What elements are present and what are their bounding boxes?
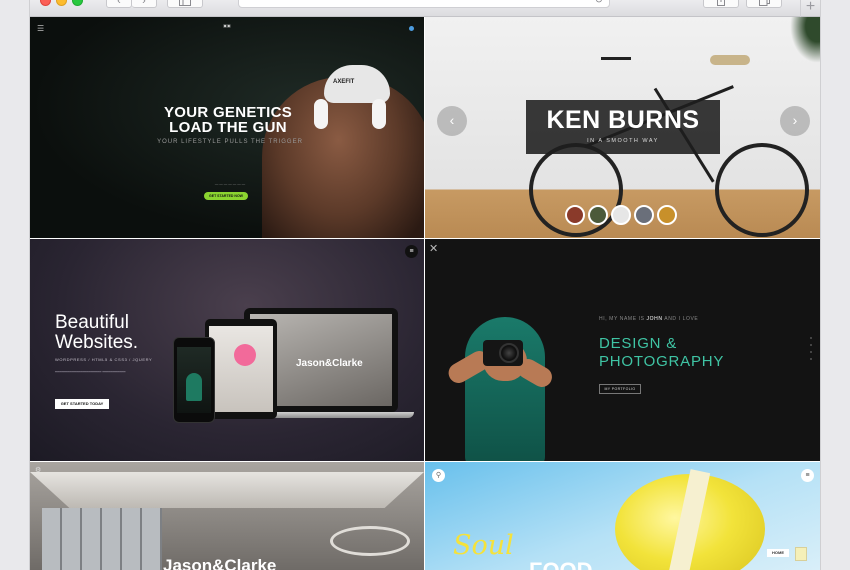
- fitness-subline: YOUR LIFESTYLE PULLS THE TRIGGER: [157, 139, 303, 145]
- tech-stack-text: WORDPRESS / HTML5 & CSS3 / JQUERY: [55, 357, 153, 362]
- close-window-button[interactable]: [40, 0, 51, 6]
- interior-title: Jason&Clarke: [163, 556, 277, 570]
- bicycle-rear-wheel: [715, 143, 809, 237]
- home-button[interactable]: HOME: [767, 549, 789, 557]
- laptop-brand: Jason&Clarke: [296, 358, 363, 369]
- intro-suffix: AND I LOVE: [664, 316, 699, 322]
- headline-line-1: YOUR GENETICS: [163, 104, 293, 121]
- menu-icon[interactable]: ☰: [37, 24, 45, 33]
- ceiling-graphic: [30, 472, 424, 508]
- get-started-today-button[interactable]: GET STARTED TODAY: [55, 399, 109, 409]
- window-graphic: [42, 508, 162, 570]
- hamburger-menu-icon[interactable]: ≡: [405, 245, 418, 258]
- fitness-small-text: — — — — — — —: [214, 182, 246, 186]
- photography-line-1: DESIGN &: [599, 335, 678, 352]
- slider-next-button[interactable]: ›: [780, 106, 810, 136]
- soul-title: Soul: [453, 530, 514, 561]
- mini-thumbnail[interactable]: [795, 547, 807, 561]
- back-button[interactable]: ‹: [106, 0, 132, 8]
- tablet-mockup: [205, 319, 277, 419]
- slide-dots[interactable]: [810, 337, 812, 365]
- zoom-window-button[interactable]: [72, 0, 83, 6]
- get-started-button[interactable]: GET STARTED NOW: [204, 192, 248, 200]
- plant-decoration: [790, 17, 820, 63]
- slide-subtitle: IN A SMOOTH WAY: [587, 138, 659, 144]
- photography-line-2: PHOTOGRAPHY: [599, 353, 725, 370]
- phone-figure: [186, 373, 202, 401]
- cap-label: AXEFIT: [333, 79, 355, 85]
- site-logo: ▣▣: [223, 23, 231, 28]
- slider-prev-button[interactable]: ‹: [437, 106, 467, 136]
- tile-websites-demo[interactable]: ≡ Beautiful Websites. WORDPRESS / HTML5 …: [30, 239, 424, 461]
- tab-overview-button[interactable]: [746, 0, 782, 8]
- tabs-icon: [758, 0, 770, 6]
- tile-food-demo[interactable]: ⚲ ≡ Soul FOOD HOME: [425, 462, 820, 570]
- heading-line-2: Websites.: [55, 332, 139, 353]
- browser-window: ‹ › ↻ + ☰ ▣▣ AXEFIT YOUR GENETICS LOAD T…: [30, 0, 820, 570]
- address-bar[interactable]: ↻: [238, 0, 610, 8]
- headline-line-2: LOAD THE GUN: [169, 119, 287, 136]
- forward-button[interactable]: ›: [132, 0, 157, 8]
- tile-fitness-demo[interactable]: ☰ ▣▣ AXEFIT YOUR GENETICS LOAD THE GUN Y…: [30, 17, 424, 238]
- phone-mockup: [173, 337, 215, 423]
- photographer-hoodie: [465, 317, 545, 461]
- heading-line-1: Beautiful: [55, 312, 129, 333]
- camera-lens: [499, 343, 519, 363]
- photography-heading: DESIGN & PHOTOGRAPHY: [599, 335, 724, 371]
- intro-name: JOHN: [646, 316, 663, 322]
- tile-interior-demo[interactable]: ⚙ Jason&Clarke: [30, 462, 424, 570]
- websites-heading: Beautiful Websites.: [55, 313, 138, 353]
- portfolio-button[interactable]: MY PORTFOLIO: [599, 384, 641, 394]
- tile-ken-burns-demo[interactable]: ‹ › KEN BURNS IN A SMOOTH WAY: [425, 17, 820, 238]
- websites-description: ━━━━━━━━━━━━━━━━━━━━━━ ━━━━━━━━━━━: [55, 370, 126, 374]
- phone-screen: [177, 347, 211, 413]
- reload-icon[interactable]: ↻: [595, 0, 603, 6]
- round-light-graphic: [330, 526, 410, 556]
- intro-prefix: HI, MY NAME IS: [599, 316, 645, 322]
- sidebar-toggle-button[interactable]: [167, 0, 203, 8]
- hamburger-menu-icon[interactable]: ≡: [801, 469, 814, 482]
- browser-titlebar: ‹ › ↻ +: [30, 0, 820, 17]
- slide-title: KEN BURNS: [546, 106, 700, 134]
- close-icon[interactable]: ✕: [429, 242, 438, 255]
- minimize-window-button[interactable]: [56, 0, 67, 6]
- slide-thumbnail[interactable]: [565, 205, 585, 225]
- slide-thumbnail[interactable]: [634, 205, 654, 225]
- photography-intro: HI, MY NAME IS JOHN AND I LOVE: [599, 316, 698, 322]
- status-dot: [409, 26, 414, 31]
- tablet-screen: [209, 326, 273, 412]
- slide-thumbnail[interactable]: [657, 205, 677, 225]
- headphone-left: [314, 99, 328, 129]
- bicycle-handlebar: [601, 57, 631, 60]
- fitness-headline: YOUR GENETICS LOAD THE GUN: [158, 105, 298, 135]
- link-icon[interactable]: ⚲: [432, 469, 445, 482]
- slide-caption-box: KEN BURNS IN A SMOOTH WAY: [526, 100, 720, 154]
- balloon-graphic: [234, 344, 256, 366]
- food-title: FOOD: [529, 558, 593, 570]
- new-tab-button[interactable]: +: [800, 0, 820, 17]
- share-icon: [717, 0, 725, 6]
- slide-thumbnails: [565, 205, 677, 225]
- slide-thumbnail[interactable]: [611, 205, 631, 225]
- headphone-right: [372, 99, 386, 129]
- tile-photography-demo[interactable]: ✕ HI, MY NAME IS JOHN AND I LOVE DESIGN …: [425, 239, 820, 461]
- slide-thumbnail[interactable]: [588, 205, 608, 225]
- sidebar-icon: [179, 0, 191, 6]
- share-button[interactable]: [703, 0, 739, 8]
- bicycle-saddle: [710, 55, 750, 65]
